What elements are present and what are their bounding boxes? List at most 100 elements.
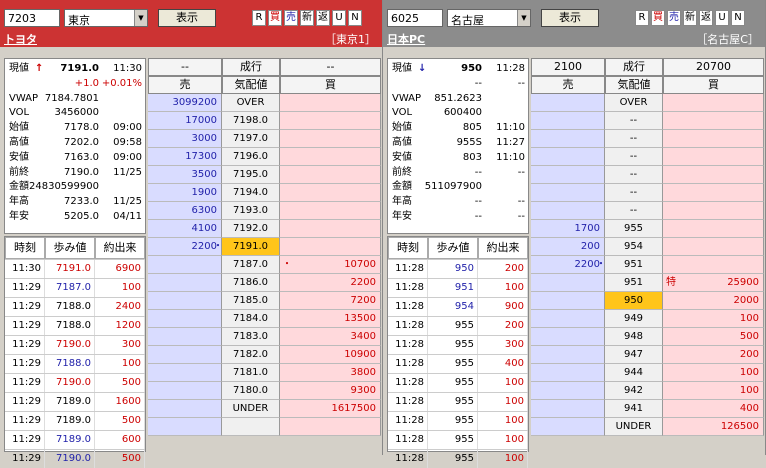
board-price[interactable]: 7197.0 — [222, 130, 280, 148]
market-select[interactable]: 名古屋 ▼ — [447, 9, 531, 27]
ask-size[interactable] — [531, 130, 605, 148]
mini-button-5[interactable]: U — [715, 10, 729, 26]
mini-button-1[interactable]: 買 — [268, 10, 282, 26]
chevron-down-icon[interactable]: ▼ — [134, 10, 147, 26]
board-price[interactable] — [222, 418, 280, 436]
bid-size[interactable]: 100 — [663, 382, 764, 400]
board-price[interactable]: 7193.0 — [222, 202, 280, 220]
ask-size[interactable] — [148, 292, 222, 310]
bid-size[interactable]: 10700 ・ — [280, 256, 381, 274]
bid-size[interactable] — [663, 184, 764, 202]
board-price[interactable]: 7182.0 — [222, 346, 280, 364]
bid-size[interactable]: 200 — [663, 346, 764, 364]
board-price[interactable]: -- — [605, 112, 663, 130]
ask-size[interactable] — [531, 94, 605, 112]
board-price[interactable]: 954 — [605, 238, 663, 256]
bid-size[interactable]: 13500 — [280, 310, 381, 328]
ask-size[interactable] — [148, 418, 222, 436]
mini-button-4[interactable]: 返 — [699, 10, 713, 26]
board-price[interactable]: -- — [605, 130, 663, 148]
board-price[interactable]: -- — [605, 148, 663, 166]
bid-size[interactable] — [280, 418, 381, 436]
board-price[interactable]: 7185.0 — [222, 292, 280, 310]
ask-size[interactable] — [148, 346, 222, 364]
ask-size[interactable] — [531, 112, 605, 130]
market-select[interactable]: 東京 ▼ — [64, 9, 148, 27]
ask-size[interactable]: 6300 — [148, 202, 222, 220]
ask-size[interactable]: 1900 — [148, 184, 222, 202]
bid-size[interactable]: 100 — [663, 310, 764, 328]
ask-size[interactable] — [531, 328, 605, 346]
board-price[interactable]: 7196.0 — [222, 148, 280, 166]
ask-size[interactable] — [531, 202, 605, 220]
board-price[interactable]: 951 — [605, 274, 663, 292]
board-price[interactable]: 955 — [605, 220, 663, 238]
bid-size[interactable]: 2200 — [280, 274, 381, 292]
mini-button-6[interactable]: N — [348, 10, 362, 26]
ask-size[interactable] — [148, 328, 222, 346]
board-price[interactable]: OVER — [222, 94, 280, 112]
mini-button-3[interactable]: 新 — [300, 10, 314, 26]
stock-code-input[interactable]: 7203 — [4, 9, 60, 27]
ask-size[interactable]: 3000 — [148, 130, 222, 148]
ask-size[interactable] — [531, 292, 605, 310]
ask-size[interactable]: 3500 — [148, 166, 222, 184]
bid-size[interactable] — [663, 220, 764, 238]
board-price[interactable]: 942 — [605, 382, 663, 400]
board-price[interactable]: OVER — [605, 94, 663, 112]
bid-size[interactable]: 2000 — [663, 292, 764, 310]
bid-size[interactable]: 500 — [663, 328, 764, 346]
mini-button-5[interactable]: U — [332, 10, 346, 26]
board-price[interactable]: -- — [605, 166, 663, 184]
bid-size[interactable] — [280, 238, 381, 256]
mini-button-4[interactable]: 返 — [316, 10, 330, 26]
show-button[interactable]: 表示 — [158, 9, 216, 27]
ask-size[interactable] — [531, 148, 605, 166]
show-button[interactable]: 表示 — [541, 9, 599, 27]
bid-size[interactable]: 10900 — [280, 346, 381, 364]
board-price[interactable]: 947 — [605, 346, 663, 364]
ask-size[interactable] — [531, 274, 605, 292]
bid-size[interactable]: 126500 — [663, 418, 764, 436]
bid-size[interactable] — [280, 184, 381, 202]
stock-code-input[interactable]: 6025 — [387, 9, 443, 27]
board-price[interactable]: 7191.0 — [222, 238, 280, 256]
board-price[interactable]: 7181.0 — [222, 364, 280, 382]
board-price[interactable]: 7184.0 — [222, 310, 280, 328]
board-price[interactable]: 7195.0 — [222, 166, 280, 184]
mini-button-3[interactable]: 新 — [683, 10, 697, 26]
ask-size[interactable]: 17300 — [148, 148, 222, 166]
ask-size[interactable] — [531, 382, 605, 400]
ask-size[interactable] — [148, 400, 222, 418]
bid-size[interactable] — [663, 256, 764, 274]
bid-size[interactable] — [663, 130, 764, 148]
ask-size[interactable] — [531, 346, 605, 364]
board-price[interactable]: 7183.0 — [222, 328, 280, 346]
mini-button-6[interactable]: N — [731, 10, 745, 26]
ask-size[interactable] — [148, 382, 222, 400]
board-price[interactable]: 944 — [605, 364, 663, 382]
bid-size[interactable]: 9300 — [280, 382, 381, 400]
board-price[interactable]: 7187.0 — [222, 256, 280, 274]
bid-size[interactable] — [280, 166, 381, 184]
bid-size[interactable]: 1617500 — [280, 400, 381, 418]
ask-size[interactable]: 2200 ・ — [531, 256, 606, 274]
bid-size[interactable]: 100 — [663, 364, 764, 382]
board-price[interactable]: -- — [605, 202, 663, 220]
board-price[interactable]: 7198.0 — [222, 112, 280, 130]
board-price[interactable]: UNDER — [222, 400, 280, 418]
bid-size[interactable] — [280, 130, 381, 148]
bid-size[interactable] — [663, 166, 764, 184]
bid-size[interactable] — [663, 148, 764, 166]
board-price[interactable]: -- — [605, 184, 663, 202]
ask-size[interactable]: 4100 — [148, 220, 222, 238]
ask-size[interactable] — [531, 400, 605, 418]
bid-size[interactable] — [663, 202, 764, 220]
ask-size[interactable]: 2200 ・ — [148, 238, 223, 256]
board-price[interactable]: 7192.0 — [222, 220, 280, 238]
bid-size[interactable] — [280, 148, 381, 166]
ask-size[interactable]: 3099200 — [148, 94, 222, 112]
ask-size[interactable] — [531, 310, 605, 328]
mini-button-1[interactable]: 買 — [651, 10, 665, 26]
ask-size[interactable] — [531, 166, 605, 184]
